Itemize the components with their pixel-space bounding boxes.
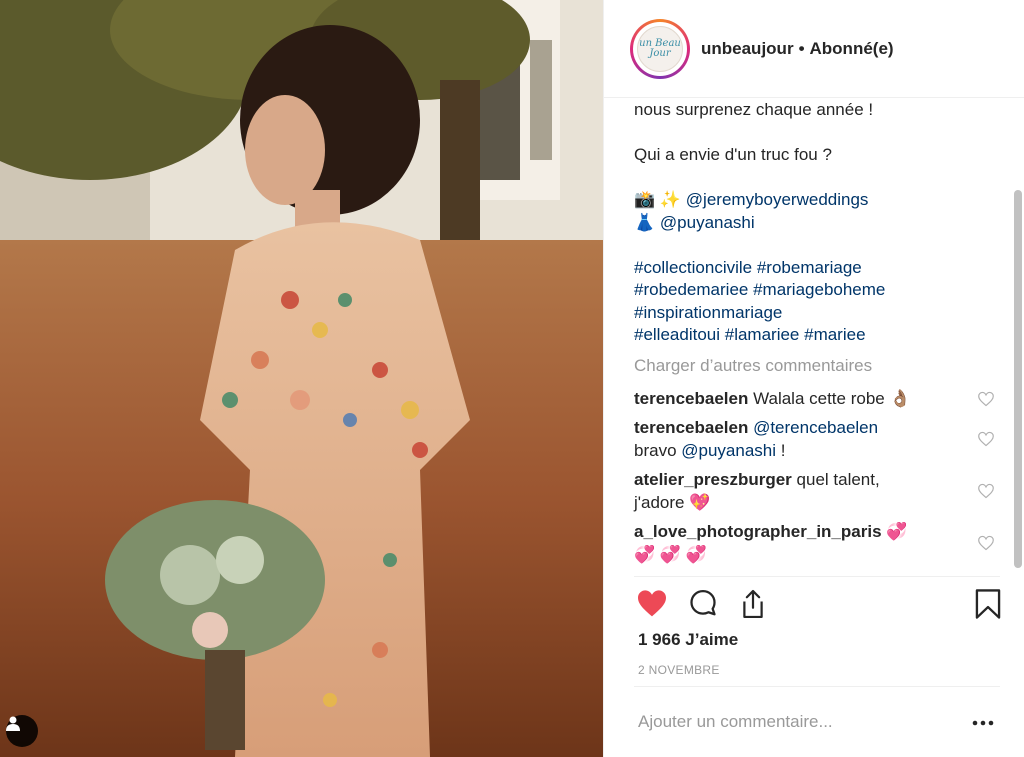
heart-outline-icon[interactable] bbox=[977, 535, 995, 551]
user-tag-icon bbox=[6, 716, 20, 731]
post-header: un Beau Jour unbeaujour • Abonné(e) bbox=[604, 0, 1024, 98]
post-photo[interactable] bbox=[0, 0, 603, 757]
hashtag-line[interactable]: #inspirationmariage bbox=[634, 302, 995, 325]
add-comment-input[interactable] bbox=[638, 710, 938, 734]
comment-mention-link[interactable]: @terencebaelen bbox=[753, 418, 878, 437]
hashtag-line[interactable]: #robedemariee #mariageboheme bbox=[634, 279, 995, 302]
comment-item: atelier_preszburger quel talent, j'adore… bbox=[634, 469, 995, 514]
caption-gap bbox=[634, 234, 995, 257]
comment-username[interactable]: terencebaelen bbox=[634, 389, 748, 408]
caption-line: nous surprenez chaque année ! bbox=[634, 100, 874, 119]
avatar[interactable]: un Beau Jour bbox=[630, 18, 690, 79]
comment-input-divider bbox=[634, 686, 1000, 687]
more-options-icon[interactable] bbox=[972, 720, 994, 726]
comment-text: 💞 💞 💞 bbox=[634, 544, 707, 564]
designer-mention-link[interactable]: @puyanashi bbox=[660, 213, 755, 232]
avatar-logo: un Beau Jour bbox=[637, 25, 683, 72]
caption-line: Qui a envie d'un truc fou ? bbox=[634, 145, 832, 164]
comment-text: ! bbox=[776, 440, 786, 460]
comment-text: Walala cette robe 👌🏽 bbox=[753, 388, 911, 408]
comment-username[interactable]: terencebaelen bbox=[634, 418, 748, 437]
hashtag-line[interactable]: #elleaditoui #lamariee #mariee bbox=[634, 324, 995, 347]
dress-emoji: 👗 bbox=[634, 212, 656, 232]
bride-photo-illustration bbox=[0, 0, 603, 757]
camera-sparkles-emoji: 📸 ✨ bbox=[634, 190, 682, 209]
user-tag-button[interactable] bbox=[6, 715, 38, 747]
heart-outline-icon[interactable] bbox=[977, 431, 995, 447]
post-date[interactable]: 2 NOVEMBRE bbox=[638, 663, 720, 677]
comment-item: terencebaelen @terencebaelen bravo @puya… bbox=[634, 417, 995, 462]
actions-divider bbox=[634, 576, 1000, 577]
comment-text: 💞 bbox=[886, 522, 908, 541]
share-icon[interactable] bbox=[738, 588, 768, 620]
caption-credit-line: 👗 @puyanashi bbox=[634, 212, 995, 235]
instagram-post: un Beau Jour unbeaujour • Abonné(e) nous… bbox=[0, 0, 1024, 757]
comment-item: a_love_photographer_in_paris 💞 💞 💞 💞 bbox=[634, 521, 995, 566]
post-actions bbox=[636, 588, 1004, 622]
comment-item: terencebaelen Walala cette robe 👌🏽 bbox=[634, 388, 995, 411]
header-separator: • bbox=[798, 38, 805, 58]
follow-status-button[interactable]: Abonné(e) bbox=[810, 39, 894, 59]
heart-outline-icon[interactable] bbox=[977, 391, 995, 407]
comments-scrollbar[interactable] bbox=[1014, 190, 1022, 568]
bookmark-icon[interactable] bbox=[974, 588, 1002, 620]
comments-list[interactable]: nous surprenez chaque année ! Qui a envi… bbox=[604, 99, 1024, 575]
caption-credit-line: 📸 ✨ @jeremyboyerweddings bbox=[634, 189, 995, 212]
caption-gap bbox=[634, 122, 995, 145]
comment-username[interactable]: atelier_preszburger bbox=[634, 470, 792, 489]
header-text: unbeaujour • Abonné(e) bbox=[701, 39, 894, 59]
comment-text: quel talent, bbox=[796, 470, 880, 489]
avatar-ring: un Beau Jour bbox=[633, 21, 687, 76]
post-side-panel: un Beau Jour unbeaujour • Abonné(e) nous… bbox=[603, 0, 1024, 757]
load-more-comments-button[interactable]: Charger d’autres commentaires bbox=[634, 356, 995, 378]
post-caption: nous surprenez chaque année ! Qui a envi… bbox=[634, 99, 995, 347]
comment-text: bravo bbox=[634, 440, 682, 460]
comment-bubble-icon[interactable] bbox=[688, 588, 718, 618]
heart-filled-icon[interactable] bbox=[636, 588, 668, 618]
hashtag-line[interactable]: #collectioncivile #robemariage bbox=[634, 257, 995, 280]
comment-username[interactable]: a_love_photographer_in_paris bbox=[634, 522, 882, 541]
heart-outline-icon[interactable] bbox=[977, 483, 995, 499]
username-link[interactable]: unbeaujour bbox=[701, 39, 794, 59]
photographer-mention-link[interactable]: @jeremyboyerweddings bbox=[686, 190, 869, 209]
likes-count[interactable]: 1 966 J’aime bbox=[638, 630, 738, 650]
caption-gap bbox=[634, 167, 995, 190]
comment-mention-link[interactable]: @puyanashi bbox=[681, 441, 776, 460]
comment-text: j'adore 💖 bbox=[634, 492, 711, 512]
